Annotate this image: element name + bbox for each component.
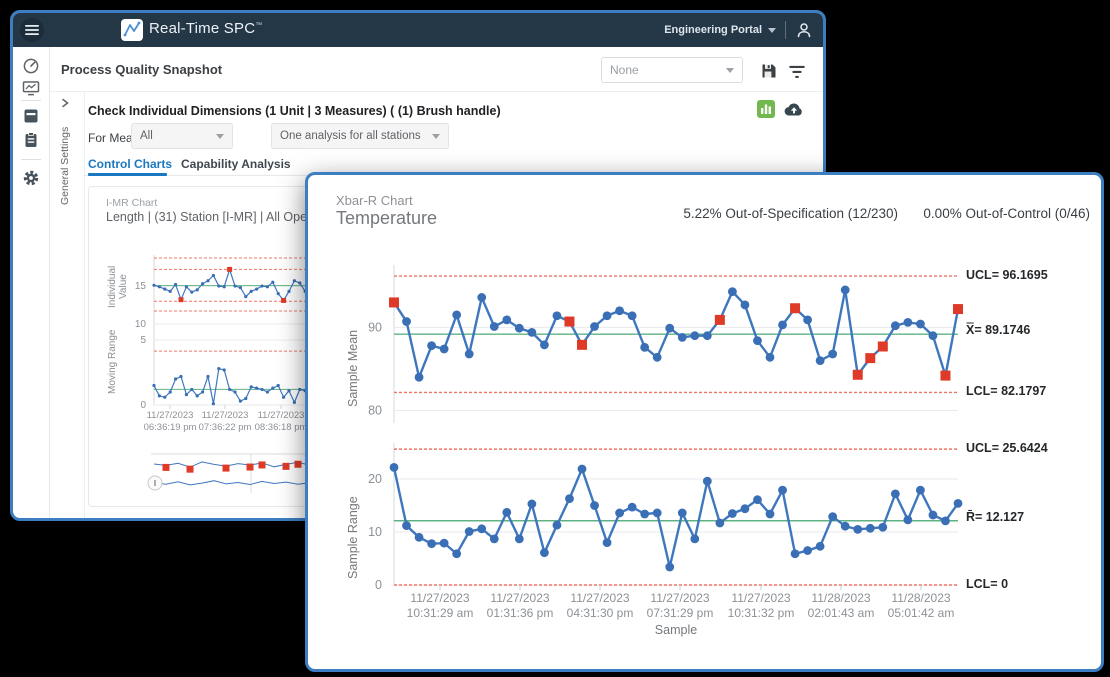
filter-button[interactable] (787, 62, 807, 82)
imr-chart-type-label: I-MR Chart (106, 197, 157, 209)
app-logo (121, 19, 143, 41)
xbar-centerline-label: X̿= 89.1746 (966, 323, 1030, 337)
cloud-upload-button[interactable] (783, 100, 805, 118)
sidebar-item-settings[interactable] (22, 169, 40, 187)
control-limit-labels: UCL= 96.1695 X̿= 89.1746 LCL= 82.1797 UCL= … (966, 175, 1096, 669)
portal-label: Engineering Portal (664, 24, 762, 36)
range-ucl-label: UCL= 25.6424 (966, 441, 1048, 455)
save-button[interactable] (759, 61, 779, 81)
x-tick-label: 11/28/202305:01:42 am (869, 591, 973, 621)
svg-text:80: 80 (368, 404, 382, 418)
hamburger-icon (25, 24, 39, 36)
app-header: Real-Time SPC™ Engineering Portal (13, 13, 823, 47)
xbar-chart-title: Temperature (336, 208, 437, 229)
tab-control-charts[interactable]: Control Charts (88, 157, 172, 171)
sidebar-item-storage[interactable] (22, 107, 40, 125)
menu-button[interactable] (20, 18, 44, 42)
chevron-down-icon (726, 68, 734, 73)
svg-text:0: 0 (375, 578, 382, 592)
app-title: Real-Time SPC™ (149, 20, 262, 37)
sidebar-separator (21, 100, 41, 101)
svg-text:20: 20 (368, 472, 382, 486)
xbar-r-window: Xbar-R Chart Temperature 5.22% Out-of-Sp… (305, 172, 1104, 672)
settings-rail-label: General Settings (59, 115, 71, 205)
preset-select[interactable]: None (601, 57, 743, 83)
chevron-down-icon (768, 28, 776, 33)
page-title: Process Quality Snapshot (61, 62, 222, 77)
user-icon[interactable] (795, 21, 813, 39)
preset-select-value: None (610, 63, 639, 77)
analysis-select-value: One analysis for all stations (280, 130, 421, 142)
measure-select[interactable]: All (131, 123, 233, 149)
sidebar-separator (21, 159, 41, 160)
analysis-select[interactable]: One analysis for all stations (271, 123, 449, 149)
export-chart-button[interactable] (757, 100, 775, 118)
logo-zigzag-icon (121, 19, 143, 41)
sample-range-axis-label: Sample Range (346, 471, 360, 579)
out-of-spec-stat: 5.22% Out-of-Specification (12/230) (646, 206, 898, 221)
xbar-chart-type-label: Xbar-R Chart (336, 193, 413, 208)
xbar-ucl-label: UCL= 96.1695 (966, 268, 1048, 282)
toolbar-divider (49, 91, 823, 92)
x-axis-title: Sample (394, 623, 958, 637)
sample-mean-axis-label: Sample Mean (346, 299, 360, 407)
sidebar-divider (49, 47, 50, 518)
expand-panel-chevron-icon[interactable] (59, 97, 71, 109)
section-title: Check Individual Dimensions (1 Unit | 3 … (88, 104, 501, 118)
chevron-down-icon (432, 134, 440, 139)
settings-rail-divider (84, 91, 85, 518)
svg-text:90: 90 (368, 320, 382, 334)
range-lcl-label: LCL= 0 (966, 577, 1008, 591)
tab-capability-analysis[interactable]: Capability Analysis (181, 157, 291, 171)
sidebar-item-dashboard[interactable] (22, 57, 40, 75)
range-centerline-label: R̄= 12.127 (966, 510, 1024, 524)
active-tab-underline (88, 173, 167, 176)
sidebar-item-records[interactable] (22, 131, 40, 149)
header-divider (785, 21, 786, 39)
screen: Real-Time SPC™ Engineering Portal Proces… (0, 0, 1110, 677)
sidebar-item-monitoring[interactable] (22, 79, 40, 97)
svg-text:10: 10 (368, 525, 382, 539)
trademark: ™ (255, 22, 262, 29)
individual-value-axis-label: Individual Value (107, 253, 129, 321)
xbar-lcl-label: LCL= 82.1797 (966, 384, 1046, 398)
moving-range-axis-label: Moving Range (107, 329, 118, 395)
measure-select-value: All (140, 130, 153, 142)
chevron-down-icon (216, 134, 224, 139)
portal-menu[interactable]: Engineering Portal (664, 24, 776, 36)
